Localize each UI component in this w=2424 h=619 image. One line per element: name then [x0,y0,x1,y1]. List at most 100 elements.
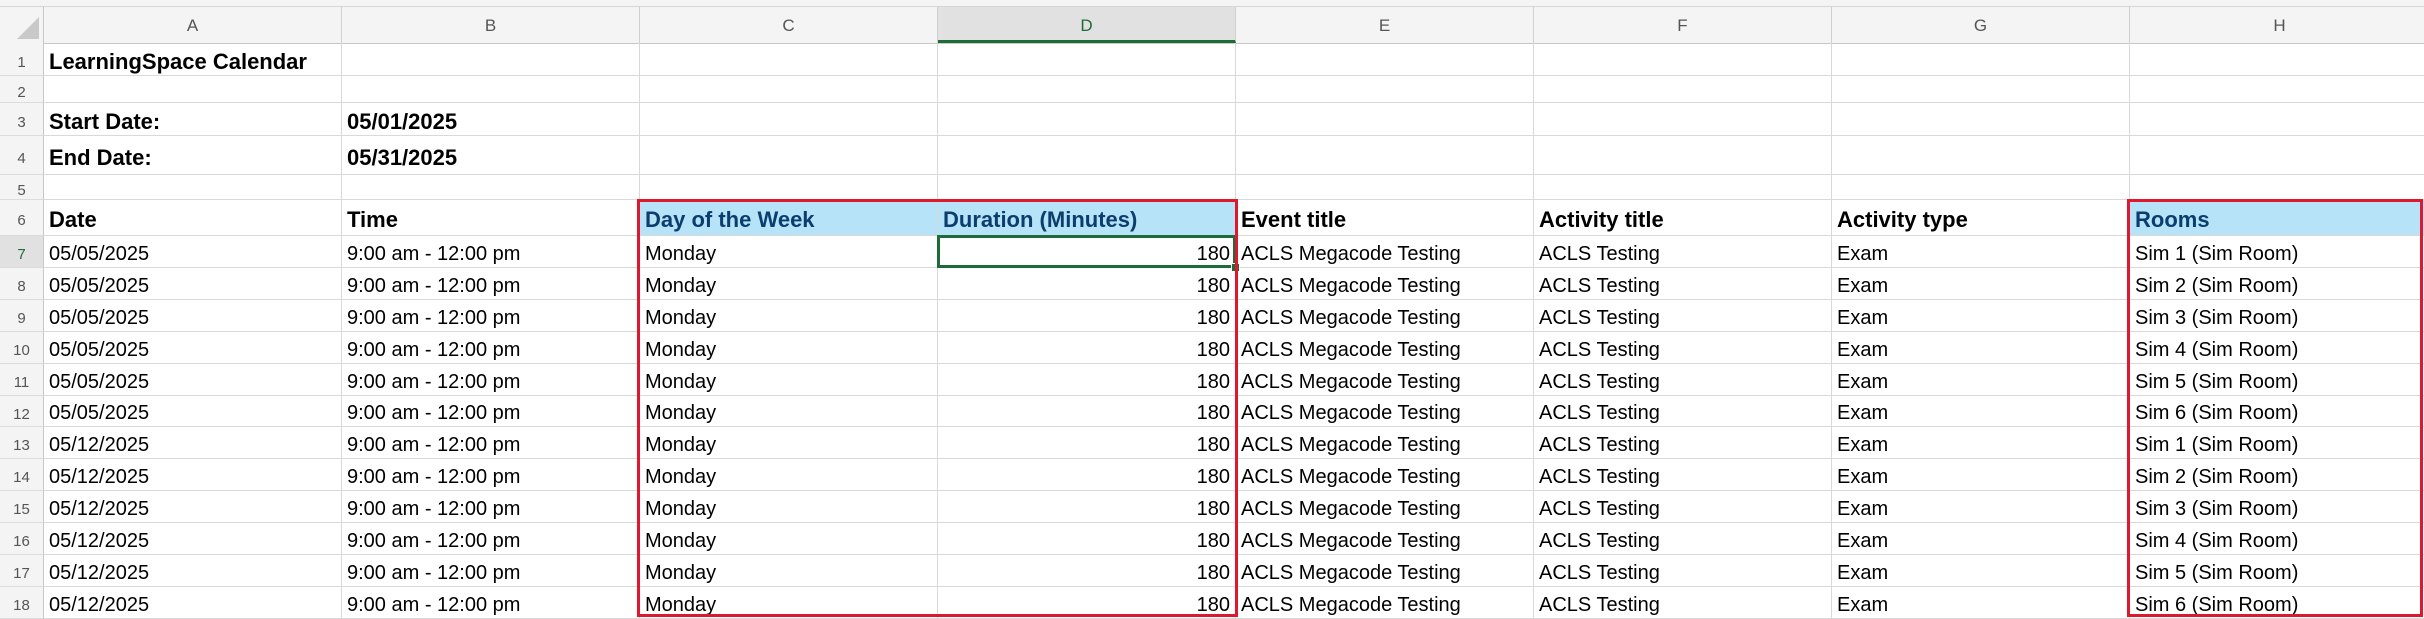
cell-g9[interactable]: Exam [1832,300,2130,332]
row-header-5[interactable]: 5 [0,175,44,200]
cell-c11[interactable]: Monday [640,364,938,396]
cell-g3[interactable] [1832,103,2130,136]
cell-f12[interactable]: ACLS Testing [1534,396,1832,427]
cell-a11[interactable]: 05/05/2025 [44,364,342,396]
cell-e7[interactable]: ACLS Megacode Testing [1236,236,1534,268]
cell-c6[interactable]: Day of the Week [640,200,938,236]
cell-a3[interactable]: Start Date: [44,103,342,136]
row-header-14[interactable]: 14 [0,459,44,491]
cell-b3[interactable]: 05/01/2025 [342,103,640,136]
cell-g16[interactable]: Exam [1832,523,2130,555]
row-header-4[interactable]: 4 [0,136,44,175]
cell-f1[interactable] [1534,43,1832,76]
cell-d3[interactable] [938,103,1236,136]
cell-d2[interactable] [938,76,1236,103]
cell-e18[interactable]: ACLS Megacode Testing [1236,587,1534,619]
cell-h16[interactable]: Sim 4 (Sim Room) [2130,523,2424,555]
cell-b11[interactable]: 9:00 am - 12:00 pm [342,364,640,396]
cell-h6[interactable]: Rooms [2130,200,2424,236]
row-header-11[interactable]: 11 [0,364,44,396]
cell-h13[interactable]: Sim 1 (Sim Room) [2130,427,2424,459]
cell-e5[interactable] [1236,175,1534,200]
cell-e3[interactable] [1236,103,1534,136]
cell-e8[interactable]: ACLS Megacode Testing [1236,268,1534,300]
cell-g11[interactable]: Exam [1832,364,2130,396]
cell-e12[interactable]: ACLS Megacode Testing [1236,396,1534,427]
cell-c18[interactable]: Monday [640,587,938,619]
cell-f5[interactable] [1534,175,1832,200]
row-header-3[interactable]: 3 [0,103,44,136]
cell-f17[interactable]: ACLS Testing [1534,555,1832,587]
column-header-h[interactable]: H [2130,7,2424,43]
cell-h1[interactable] [2130,43,2424,76]
cell-b9[interactable]: 9:00 am - 12:00 pm [342,300,640,332]
cell-f9[interactable]: ACLS Testing [1534,300,1832,332]
cell-g14[interactable]: Exam [1832,459,2130,491]
cell-g8[interactable]: Exam [1832,268,2130,300]
cell-f11[interactable]: ACLS Testing [1534,364,1832,396]
cell-f10[interactable]: ACLS Testing [1534,332,1832,364]
cell-d13[interactable]: 180 [938,427,1236,459]
cell-c4[interactable] [640,136,938,175]
cell-f18[interactable]: ACLS Testing [1534,587,1832,619]
cell-d9[interactable]: 180 [938,300,1236,332]
row-header-9[interactable]: 9 [0,300,44,332]
cell-a15[interactable]: 05/12/2025 [44,491,342,523]
cell-f14[interactable]: ACLS Testing [1534,459,1832,491]
cell-g4[interactable] [1832,136,2130,175]
cell-b14[interactable]: 9:00 am - 12:00 pm [342,459,640,491]
cell-d1[interactable] [938,43,1236,76]
row-header-13[interactable]: 13 [0,427,44,459]
cell-d15[interactable]: 180 [938,491,1236,523]
cell-f3[interactable] [1534,103,1832,136]
column-header-a[interactable]: A [44,7,342,43]
row-header-15[interactable]: 15 [0,491,44,523]
cell-b18[interactable]: 9:00 am - 12:00 pm [342,587,640,619]
cell-e6[interactable]: Event title [1236,200,1534,236]
cell-e17[interactable]: ACLS Megacode Testing [1236,555,1534,587]
row-header-2[interactable]: 2 [0,76,44,103]
cell-e11[interactable]: ACLS Megacode Testing [1236,364,1534,396]
row-header-8[interactable]: 8 [0,268,44,300]
row-header-18[interactable]: 18 [0,587,44,619]
row-header-12[interactable]: 12 [0,396,44,427]
cell-a9[interactable]: 05/05/2025 [44,300,342,332]
cell-a7[interactable]: 05/05/2025 [44,236,342,268]
cell-e10[interactable]: ACLS Megacode Testing [1236,332,1534,364]
cell-b6[interactable]: Time [342,200,640,236]
cell-h2[interactable] [2130,76,2424,103]
cell-b17[interactable]: 9:00 am - 12:00 pm [342,555,640,587]
cell-d6[interactable]: Duration (Minutes) [938,200,1236,236]
cell-b1[interactable] [342,43,640,76]
cell-b2[interactable] [342,76,640,103]
cell-b16[interactable]: 9:00 am - 12:00 pm [342,523,640,555]
cell-h17[interactable]: Sim 5 (Sim Room) [2130,555,2424,587]
column-header-f[interactable]: F [1534,7,1832,43]
cell-f4[interactable] [1534,136,1832,175]
column-header-e[interactable]: E [1236,7,1534,43]
cell-d10[interactable]: 180 [938,332,1236,364]
cell-b7[interactable]: 9:00 am - 12:00 pm [342,236,640,268]
cell-c1[interactable] [640,43,938,76]
cell-c12[interactable]: Monday [640,396,938,427]
cell-f13[interactable]: ACLS Testing [1534,427,1832,459]
cell-d7[interactable]: 180 [938,236,1236,268]
cell-c5[interactable] [640,175,938,200]
cell-c2[interactable] [640,76,938,103]
select-all-button[interactable] [0,7,44,43]
cell-a16[interactable]: 05/12/2025 [44,523,342,555]
fill-handle[interactable] [1231,263,1240,272]
cell-g7[interactable]: Exam [1832,236,2130,268]
cell-h15[interactable]: Sim 3 (Sim Room) [2130,491,2424,523]
cell-a14[interactable]: 05/12/2025 [44,459,342,491]
cell-a12[interactable]: 05/05/2025 [44,396,342,427]
cell-g17[interactable]: Exam [1832,555,2130,587]
column-header-b[interactable]: B [342,7,640,43]
column-header-d[interactable]: D [938,7,1236,43]
cell-c3[interactable] [640,103,938,136]
cell-c17[interactable]: Monday [640,555,938,587]
cell-c15[interactable]: Monday [640,491,938,523]
column-header-c[interactable]: C [640,7,938,43]
cell-h10[interactable]: Sim 4 (Sim Room) [2130,332,2424,364]
cell-c10[interactable]: Monday [640,332,938,364]
